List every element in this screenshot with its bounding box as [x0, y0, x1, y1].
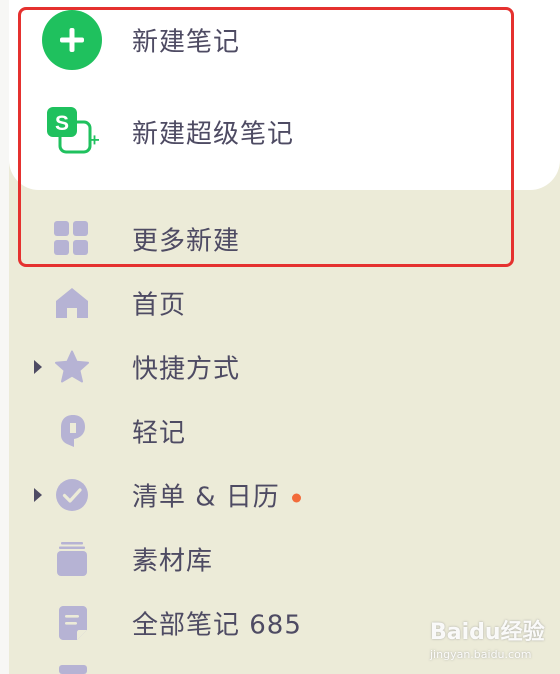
sidebar-item-shortcuts[interactable]: 快捷方式 — [0, 339, 560, 395]
expand-caret-icon[interactable] — [34, 488, 42, 502]
sidebar-item-materials[interactable]: 素材库 — [0, 531, 560, 587]
watermark-text: Baidu经验 — [430, 620, 545, 645]
lists-calendar-label: 清单 & 日历 — [132, 477, 301, 514]
sidebar-item-lists-calendar[interactable]: 清单 & 日历 — [0, 467, 560, 523]
sidebar-item-quick-note[interactable]: 轻记 — [0, 403, 560, 459]
lists-calendar-text: 清单 & 日历 — [132, 482, 280, 513]
baidu-watermark: Baidu经验 jingyan.baidu.com — [430, 614, 545, 664]
shortcuts-label: 快捷方式 — [132, 354, 241, 385]
partial-item-icon — [59, 665, 87, 674]
library-icon — [57, 542, 87, 576]
check-circle-icon — [56, 479, 88, 511]
home-icon — [56, 288, 88, 318]
materials-label: 素材库 — [132, 546, 214, 577]
expand-caret-icon[interactable] — [34, 360, 42, 374]
quick-note-label: 轻记 — [132, 418, 187, 449]
home-label: 首页 — [132, 290, 187, 321]
watermark-url: jingyan.baidu.com — [430, 648, 532, 661]
sidebar-item-home[interactable]: 首页 — [0, 275, 560, 331]
red-highlight-box — [18, 7, 514, 267]
note-doc-icon — [59, 606, 87, 640]
all-notes-label: 全部笔记 685 — [132, 610, 302, 641]
quick-note-icon — [61, 415, 85, 447]
star-icon — [55, 350, 89, 383]
notification-dot — [291, 493, 301, 503]
